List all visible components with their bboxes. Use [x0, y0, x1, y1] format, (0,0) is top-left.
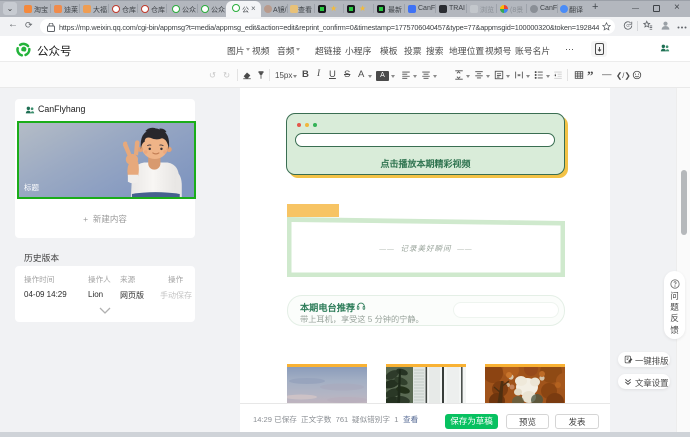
svg-text:G: G	[626, 23, 629, 28]
